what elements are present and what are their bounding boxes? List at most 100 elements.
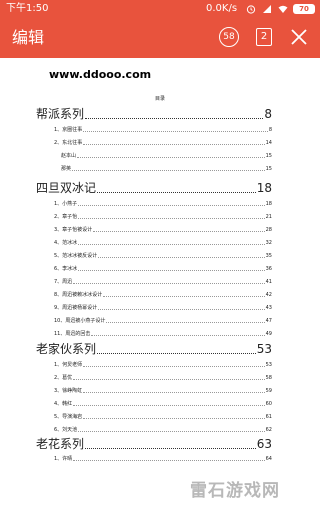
toc-item-page: 62 (265, 427, 272, 433)
dot-leader (83, 392, 265, 393)
toc-item-label: 3、徐峥陶虹 (54, 388, 83, 394)
toc-item[interactable]: 1、何炅老师 53 (54, 361, 272, 369)
toc-item[interactable]: 2、葛优 58 (54, 374, 272, 382)
dot-leader (97, 353, 256, 354)
toc-item[interactable]: 4、韩红 60 (54, 400, 272, 408)
dot-leader (91, 335, 265, 336)
toc-item-label: 4、韩红 (54, 401, 73, 407)
dot-leader (103, 296, 265, 297)
status-bar: 下午1:50 0.0K/s 70 (0, 0, 320, 18)
toc-item-page: 28 (265, 227, 272, 233)
toc-item[interactable]: 1、许晴 64 (54, 455, 272, 463)
dot-leader (97, 192, 256, 193)
toc-item-label: 1、许晴 (54, 456, 73, 462)
toc-section-page: 63 (256, 437, 272, 451)
toc-item-page: 18 (265, 201, 272, 207)
dot-leader (85, 448, 256, 449)
toc-item-label: 那英 (61, 166, 72, 172)
toc-section-page: 18 (256, 181, 272, 195)
battery-icon: 70 (293, 4, 315, 14)
toc-section[interactable]: 老花系列 63 (36, 436, 272, 452)
dot-leader (83, 366, 265, 367)
toc-item[interactable]: 9、周迅被杨幂设计 43 (54, 304, 272, 312)
toc-item-page: 15 (265, 166, 272, 172)
toc-item-label: 7、周迅 (54, 279, 73, 285)
document-page: www.ddooo.com 目录 帮派系列 8 1、京圈往事 8 2、东北往事 … (0, 58, 320, 509)
toc-heading: 目录 (154, 96, 165, 102)
toc-item[interactable]: 5、范冰冰被反设计 35 (54, 252, 272, 260)
toc-item-page: 58 (265, 375, 272, 381)
toc-item-label: 赵本山 (61, 153, 77, 159)
dot-leader (73, 283, 265, 284)
toc-section-page: 53 (256, 342, 272, 356)
toc-section[interactable]: 帮派系列 8 (36, 106, 272, 122)
dot-leader (83, 144, 265, 145)
toc-section-title: 帮派系列 (36, 107, 85, 121)
toc-item[interactable]: 8、周迅被赖冰冰设计 42 (54, 291, 272, 299)
toc-item-label: 11、周迅的回击 (54, 331, 91, 337)
toc-item-label: 3、章子怡被设计 (54, 227, 93, 233)
toc-item-page: 59 (265, 388, 272, 394)
toc-item-label: 2、东北往事 (54, 140, 83, 146)
toc-item-page: 21 (265, 214, 272, 220)
dot-leader (78, 244, 265, 245)
toc-item-page: 61 (265, 414, 272, 420)
close-icon[interactable] (290, 28, 308, 46)
dot-leader (78, 431, 265, 432)
toc-section[interactable]: 四旦双冰记 18 (36, 180, 272, 196)
toc-item-page: 32 (265, 240, 272, 246)
toc-item-label: 1、何炅老师 (54, 362, 83, 368)
toc-item[interactable]: 1、京圈往事 8 (54, 126, 272, 134)
status-time: 下午1:50 (6, 3, 49, 14)
alarm-icon (246, 5, 256, 14)
toc-section-title: 老花系列 (36, 437, 85, 451)
toc-item[interactable]: 1、小燕子 18 (54, 200, 272, 208)
toc-item-label: 8、周迅被赖冰冰设计 (54, 292, 103, 298)
toc-item-page: 49 (265, 331, 272, 337)
toc-item[interactable]: 2、东北往事 14 (54, 139, 272, 147)
dot-leader (73, 460, 265, 461)
toc-item-page: 47 (265, 318, 272, 324)
toc-item[interactable]: 5、导演海岩 61 (54, 413, 272, 421)
toc-section-title: 四旦双冰记 (36, 181, 97, 195)
toc-item-page: 42 (265, 292, 272, 298)
toc-item-label: 2、葛优 (54, 375, 73, 381)
dot-leader (73, 405, 265, 406)
toc-item[interactable]: 6、刘天池 62 (54, 426, 272, 434)
toc-item-label: 5、范冰冰被反设计 (54, 253, 98, 259)
dot-leader (85, 118, 264, 119)
dot-leader (78, 270, 265, 271)
toc-section[interactable]: 老家伙系列 53 (36, 341, 272, 357)
toc-item-label: 6、李冰冰 (54, 266, 78, 272)
dot-leader (98, 257, 265, 258)
toc-item-label: 4、范冰冰 (54, 240, 78, 246)
page-count-button[interactable]: 58 (219, 27, 239, 47)
toc-item[interactable]: 7、周迅 41 (54, 278, 272, 286)
page-title: 编辑 (12, 28, 45, 47)
toc-item-page: 8 (268, 127, 272, 133)
toc-item-page: 41 (265, 279, 272, 285)
dot-leader (83, 418, 265, 419)
top-toolbar: 编辑 58 2 (0, 18, 320, 58)
toc-item[interactable]: 赵本山 15 (61, 152, 272, 160)
toc-item[interactable]: 10、周迅被小燕子设计 47 (54, 317, 272, 325)
dot-leader (77, 157, 265, 158)
wifi-icon (278, 5, 288, 13)
toc-item[interactable]: 3、徐峥陶虹 59 (54, 387, 272, 395)
dot-leader (78, 205, 265, 206)
dot-leader (98, 309, 265, 310)
toc-item-page: 35 (265, 253, 272, 259)
toc-item[interactable]: 2、章子怡 21 (54, 213, 272, 221)
toc-item[interactable]: 那英 15 (61, 165, 272, 173)
toc-item[interactable]: 4、范冰冰 32 (54, 239, 272, 247)
dot-leader (83, 131, 268, 132)
toc-item-page: 53 (265, 362, 272, 368)
toc-item-label: 9、周迅被杨幂设计 (54, 305, 98, 311)
toc-item-page: 43 (265, 305, 272, 311)
toc-item-page: 15 (265, 153, 272, 159)
site-url: www.ddooo.com (49, 68, 152, 81)
toc-item[interactable]: 6、李冰冰 36 (54, 265, 272, 273)
toc-item[interactable]: 3、章子怡被设计 28 (54, 226, 272, 234)
tabs-button[interactable]: 2 (256, 28, 272, 46)
toc-item[interactable]: 11、周迅的回击 49 (54, 330, 272, 338)
